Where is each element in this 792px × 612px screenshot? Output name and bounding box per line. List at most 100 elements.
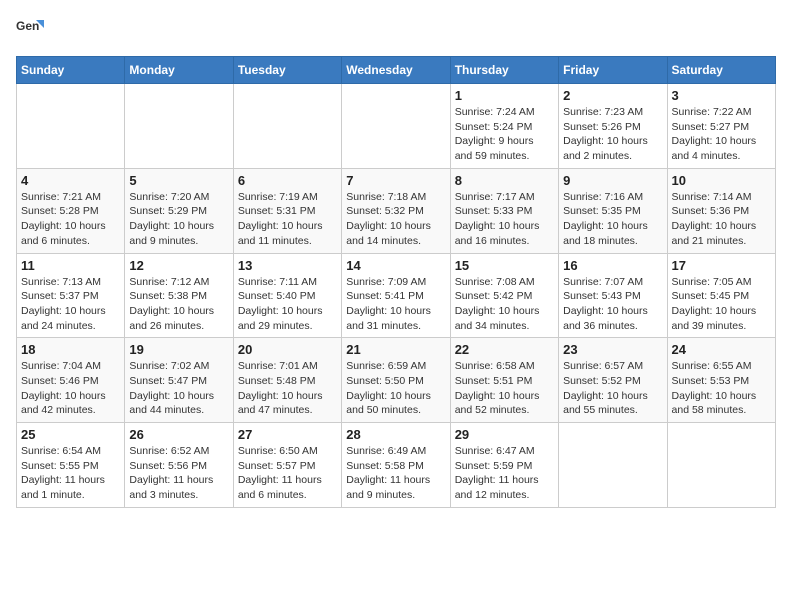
day-info: Sunrise: 7:05 AM Sunset: 5:45 PM Dayligh…: [672, 275, 771, 334]
calendar-day-cell: [17, 84, 125, 169]
calendar-day-cell: 2 Sunrise: 7:23 AM Sunset: 5:26 PM Daylig…: [559, 84, 667, 169]
day-number: 17: [672, 258, 771, 273]
weekday-header: Sunday: [17, 57, 125, 84]
day-number: 27: [238, 427, 337, 442]
day-info: Sunrise: 6:52 AM Sunset: 5:56 PM Dayligh…: [129, 444, 228, 503]
day-info: Sunrise: 7:18 AM Sunset: 5:32 PM Dayligh…: [346, 190, 445, 249]
logo-icon: Gen: [16, 16, 44, 44]
day-info: Sunrise: 6:49 AM Sunset: 5:58 PM Dayligh…: [346, 444, 445, 503]
day-number: 20: [238, 342, 337, 357]
calendar-day-cell: 8 Sunrise: 7:17 AM Sunset: 5:33 PM Daylig…: [450, 168, 558, 253]
day-info: Sunrise: 7:08 AM Sunset: 5:42 PM Dayligh…: [455, 275, 554, 334]
calendar-day-cell: 14 Sunrise: 7:09 AM Sunset: 5:41 PM Dayli…: [342, 253, 450, 338]
day-number: 15: [455, 258, 554, 273]
day-number: 11: [21, 258, 120, 273]
day-number: 2: [563, 88, 662, 103]
day-number: 24: [672, 342, 771, 357]
day-info: Sunrise: 6:47 AM Sunset: 5:59 PM Dayligh…: [455, 444, 554, 503]
day-info: Sunrise: 6:57 AM Sunset: 5:52 PM Dayligh…: [563, 359, 662, 418]
day-number: 18: [21, 342, 120, 357]
day-number: 26: [129, 427, 228, 442]
calendar-day-cell: 15 Sunrise: 7:08 AM Sunset: 5:42 PM Dayli…: [450, 253, 558, 338]
calendar-week-row: 1 Sunrise: 7:24 AM Sunset: 5:24 PM Daylig…: [17, 84, 776, 169]
day-info: Sunrise: 7:09 AM Sunset: 5:41 PM Dayligh…: [346, 275, 445, 334]
day-info: Sunrise: 7:07 AM Sunset: 5:43 PM Dayligh…: [563, 275, 662, 334]
day-info: Sunrise: 6:59 AM Sunset: 5:50 PM Dayligh…: [346, 359, 445, 418]
day-info: Sunrise: 7:17 AM Sunset: 5:33 PM Dayligh…: [455, 190, 554, 249]
calendar-day-cell: 17 Sunrise: 7:05 AM Sunset: 5:45 PM Dayli…: [667, 253, 775, 338]
calendar-week-row: 25 Sunrise: 6:54 AM Sunset: 5:55 PM Dayli…: [17, 423, 776, 508]
weekday-header: Wednesday: [342, 57, 450, 84]
calendar-day-cell: [342, 84, 450, 169]
weekday-header: Monday: [125, 57, 233, 84]
weekday-row: SundayMondayTuesdayWednesdayThursdayFrid…: [17, 57, 776, 84]
calendar-day-cell: [559, 423, 667, 508]
calendar-day-cell: 23 Sunrise: 6:57 AM Sunset: 5:52 PM Dayli…: [559, 338, 667, 423]
day-number: 16: [563, 258, 662, 273]
calendar-day-cell: 13Sunrise: 7:11 AM Sunset: 5:40 PM Dayli…: [233, 253, 341, 338]
weekday-header: Thursday: [450, 57, 558, 84]
calendar-body: 1 Sunrise: 7:24 AM Sunset: 5:24 PM Daylig…: [17, 84, 776, 508]
calendar-header: SundayMondayTuesdayWednesdayThursdayFrid…: [17, 57, 776, 84]
day-number: 1: [455, 88, 554, 103]
calendar-table: SundayMondayTuesdayWednesdayThursdayFrid…: [16, 56, 776, 508]
day-info: Sunrise: 7:22 AM Sunset: 5:27 PM Dayligh…: [672, 105, 771, 164]
logo: Gen: [16, 16, 48, 44]
day-number: 19: [129, 342, 228, 357]
day-number: 25: [21, 427, 120, 442]
day-number: 7: [346, 173, 445, 188]
calendar-day-cell: 3 Sunrise: 7:22 AM Sunset: 5:27 PM Daylig…: [667, 84, 775, 169]
weekday-header: Friday: [559, 57, 667, 84]
day-number: 28: [346, 427, 445, 442]
day-info: Sunrise: 7:24 AM Sunset: 5:24 PM Dayligh…: [455, 105, 554, 164]
day-info: Sunrise: 6:54 AM Sunset: 5:55 PM Dayligh…: [21, 444, 120, 503]
calendar-day-cell: 26 Sunrise: 6:52 AM Sunset: 5:56 PM Dayli…: [125, 423, 233, 508]
day-info: Sunrise: 7:21 AM Sunset: 5:28 PM Dayligh…: [21, 190, 120, 249]
calendar-day-cell: 28 Sunrise: 6:49 AM Sunset: 5:58 PM Dayli…: [342, 423, 450, 508]
weekday-header: Tuesday: [233, 57, 341, 84]
calendar-week-row: 4Sunrise: 7:21 AM Sunset: 5:28 PM Daylig…: [17, 168, 776, 253]
calendar-week-row: 18 Sunrise: 7:04 AM Sunset: 5:46 PM Dayli…: [17, 338, 776, 423]
day-info: Sunrise: 7:19 AM Sunset: 5:31 PM Dayligh…: [238, 190, 337, 249]
day-number: 9: [563, 173, 662, 188]
calendar-day-cell: 4Sunrise: 7:21 AM Sunset: 5:28 PM Daylig…: [17, 168, 125, 253]
calendar-day-cell: [233, 84, 341, 169]
day-info: Sunrise: 6:55 AM Sunset: 5:53 PM Dayligh…: [672, 359, 771, 418]
calendar-day-cell: 27 Sunrise: 6:50 AM Sunset: 5:57 PM Dayli…: [233, 423, 341, 508]
calendar-day-cell: 5 Sunrise: 7:20 AM Sunset: 5:29 PM Daylig…: [125, 168, 233, 253]
day-number: 3: [672, 88, 771, 103]
calendar-day-cell: 9 Sunrise: 7:16 AM Sunset: 5:35 PM Daylig…: [559, 168, 667, 253]
calendar-day-cell: 22 Sunrise: 6:58 AM Sunset: 5:51 PM Dayli…: [450, 338, 558, 423]
calendar-day-cell: 6Sunrise: 7:19 AM Sunset: 5:31 PM Daylig…: [233, 168, 341, 253]
svg-text:Gen: Gen: [16, 19, 39, 33]
calendar-day-cell: 19 Sunrise: 7:02 AM Sunset: 5:47 PM Dayli…: [125, 338, 233, 423]
day-number: 22: [455, 342, 554, 357]
day-info: Sunrise: 7:02 AM Sunset: 5:47 PM Dayligh…: [129, 359, 228, 418]
day-number: 14: [346, 258, 445, 273]
day-number: 8: [455, 173, 554, 188]
weekday-header: Saturday: [667, 57, 775, 84]
calendar-day-cell: 24 Sunrise: 6:55 AM Sunset: 5:53 PM Dayli…: [667, 338, 775, 423]
day-number: 21: [346, 342, 445, 357]
day-number: 12: [129, 258, 228, 273]
day-info: Sunrise: 7:20 AM Sunset: 5:29 PM Dayligh…: [129, 190, 228, 249]
day-info: Sunrise: 7:12 AM Sunset: 5:38 PM Dayligh…: [129, 275, 228, 334]
day-number: 13: [238, 258, 337, 273]
day-number: 5: [129, 173, 228, 188]
calendar-day-cell: 1 Sunrise: 7:24 AM Sunset: 5:24 PM Daylig…: [450, 84, 558, 169]
day-info: Sunrise: 7:01 AM Sunset: 5:48 PM Dayligh…: [238, 359, 337, 418]
day-info: Sunrise: 7:23 AM Sunset: 5:26 PM Dayligh…: [563, 105, 662, 164]
calendar-day-cell: 18 Sunrise: 7:04 AM Sunset: 5:46 PM Dayli…: [17, 338, 125, 423]
calendar-day-cell: 10 Sunrise: 7:14 AM Sunset: 5:36 PM Dayli…: [667, 168, 775, 253]
day-number: 29: [455, 427, 554, 442]
day-number: 23: [563, 342, 662, 357]
day-info: Sunrise: 6:58 AM Sunset: 5:51 PM Dayligh…: [455, 359, 554, 418]
day-info: Sunrise: 7:04 AM Sunset: 5:46 PM Dayligh…: [21, 359, 120, 418]
day-number: 10: [672, 173, 771, 188]
day-info: Sunrise: 7:14 AM Sunset: 5:36 PM Dayligh…: [672, 190, 771, 249]
calendar-day-cell: 25 Sunrise: 6:54 AM Sunset: 5:55 PM Dayli…: [17, 423, 125, 508]
calendar-day-cell: 12 Sunrise: 7:12 AM Sunset: 5:38 PM Dayli…: [125, 253, 233, 338]
calendar-day-cell: [667, 423, 775, 508]
day-info: Sunrise: 6:50 AM Sunset: 5:57 PM Dayligh…: [238, 444, 337, 503]
day-info: Sunrise: 7:16 AM Sunset: 5:35 PM Dayligh…: [563, 190, 662, 249]
